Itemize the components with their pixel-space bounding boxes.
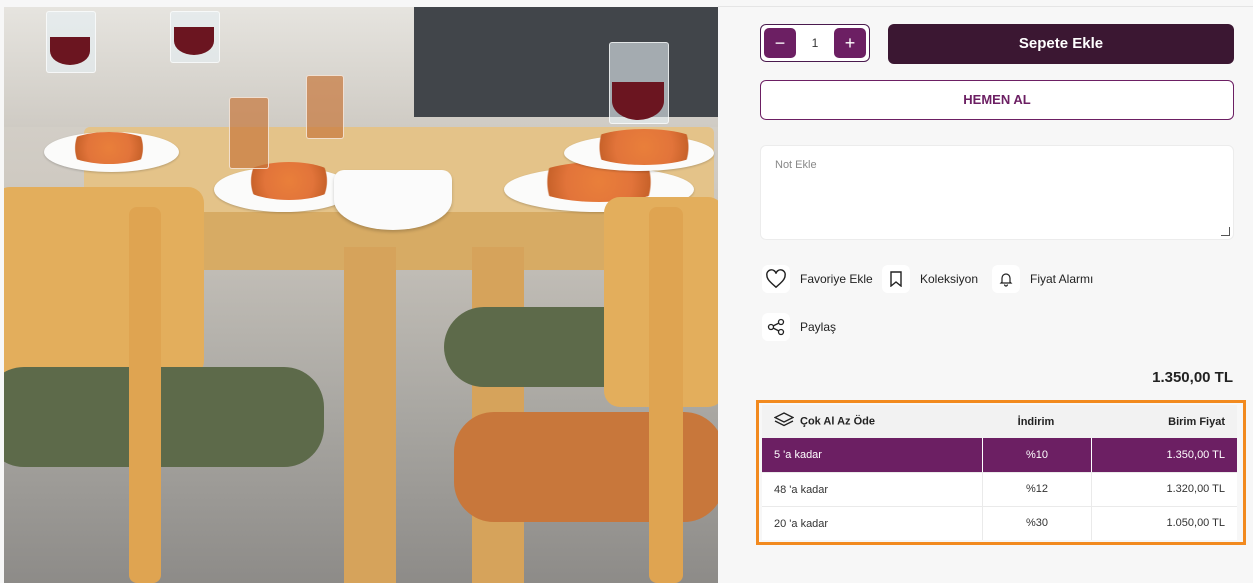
header-unit-price: Birim Fiyat xyxy=(1168,415,1225,428)
photo-table-leg xyxy=(344,247,396,583)
row-quantity: 20 'a kadar xyxy=(774,517,829,530)
plus-icon: + xyxy=(844,33,856,53)
share-button[interactable]: Paylaş xyxy=(762,312,836,342)
product-purchase-panel: − 1 + Sepete Ekle HEMEN AL Not Ekle Favo… xyxy=(718,0,1253,583)
photo-bowl xyxy=(334,170,452,230)
quantity-increase-button[interactable]: + xyxy=(834,28,866,58)
minus-icon: − xyxy=(774,33,786,53)
table-row[interactable]: 48 'a kadar %12 1.320,00 TL xyxy=(762,472,1237,506)
divider xyxy=(718,6,1253,7)
bulk-discount-table: Çok Al Az Öde İndirim Birim Fiyat 5 'a k… xyxy=(762,405,1237,540)
quantity-stepper: − 1 + xyxy=(760,24,870,62)
photo-glass xyxy=(229,97,269,169)
quantity-decrease-button[interactable]: − xyxy=(764,28,796,58)
favorite-label: Favoriye Ekle xyxy=(800,272,873,286)
buy-now-button[interactable]: HEMEN AL xyxy=(760,80,1234,120)
photo-wine xyxy=(50,37,90,65)
table-row[interactable]: 20 'a kadar %30 1.050,00 TL xyxy=(762,506,1237,540)
table-header-row: Çok Al Az Öde İndirim Birim Fiyat xyxy=(762,405,1237,438)
heart-icon xyxy=(762,265,790,293)
add-to-cart-button[interactable]: Sepete Ekle xyxy=(888,24,1234,64)
note-textarea[interactable]: Not Ekle xyxy=(760,145,1234,240)
photo-glass xyxy=(306,75,344,139)
price-alarm-button[interactable]: Fiyat Alarmı xyxy=(992,264,1093,294)
bulk-discount-highlight: Çok Al Az Öde İndirim Birim Fiyat 5 'a k… xyxy=(756,400,1246,545)
collection-label: Koleksiyon xyxy=(920,272,979,286)
photo-chair-leg xyxy=(129,207,161,583)
note-placeholder: Not Ekle xyxy=(775,159,817,171)
photo-window xyxy=(414,7,718,117)
row-price: 1.050,00 TL xyxy=(1091,507,1237,540)
product-price: 1.350,00 TL xyxy=(1152,369,1233,386)
favorite-button[interactable]: Favoriye Ekle xyxy=(762,264,873,294)
quantity-input[interactable]: 1 xyxy=(799,25,831,61)
product-image[interactable] xyxy=(4,7,718,583)
row-quantity: 48 'a kadar xyxy=(774,483,829,496)
layers-icon xyxy=(773,412,795,431)
table-row[interactable]: 5 'a kadar %10 1.350,00 TL xyxy=(762,438,1237,472)
photo-pasta xyxy=(64,132,154,164)
share-label: Paylaş xyxy=(800,320,837,334)
row-discount: %12 xyxy=(982,473,1091,506)
price-alarm-label: Fiyat Alarmı xyxy=(1030,272,1094,286)
photo-wine xyxy=(612,82,664,120)
photo-chair xyxy=(4,187,204,377)
row-discount: %30 xyxy=(982,507,1091,540)
bell-icon xyxy=(992,265,1020,293)
row-price: 1.320,00 TL xyxy=(1091,473,1237,506)
header-title-cell: Çok Al Az Öde xyxy=(762,412,982,431)
row-quantity: 5 'a kadar xyxy=(774,449,822,461)
bookmark-icon xyxy=(882,265,910,293)
header-title: Çok Al Az Öde xyxy=(800,415,875,428)
photo-chair-seat xyxy=(4,367,324,467)
row-discount: %10 xyxy=(982,438,1091,472)
row-price: 1.350,00 TL xyxy=(1091,438,1237,472)
resize-handle-icon[interactable] xyxy=(1221,227,1230,236)
header-discount: İndirim xyxy=(1017,415,1055,428)
collection-button[interactable]: Koleksiyon xyxy=(882,264,978,294)
photo-wine xyxy=(174,27,214,55)
photo-chair-leg xyxy=(649,207,683,583)
share-icon xyxy=(762,313,790,341)
photo-pasta xyxy=(584,129,704,165)
